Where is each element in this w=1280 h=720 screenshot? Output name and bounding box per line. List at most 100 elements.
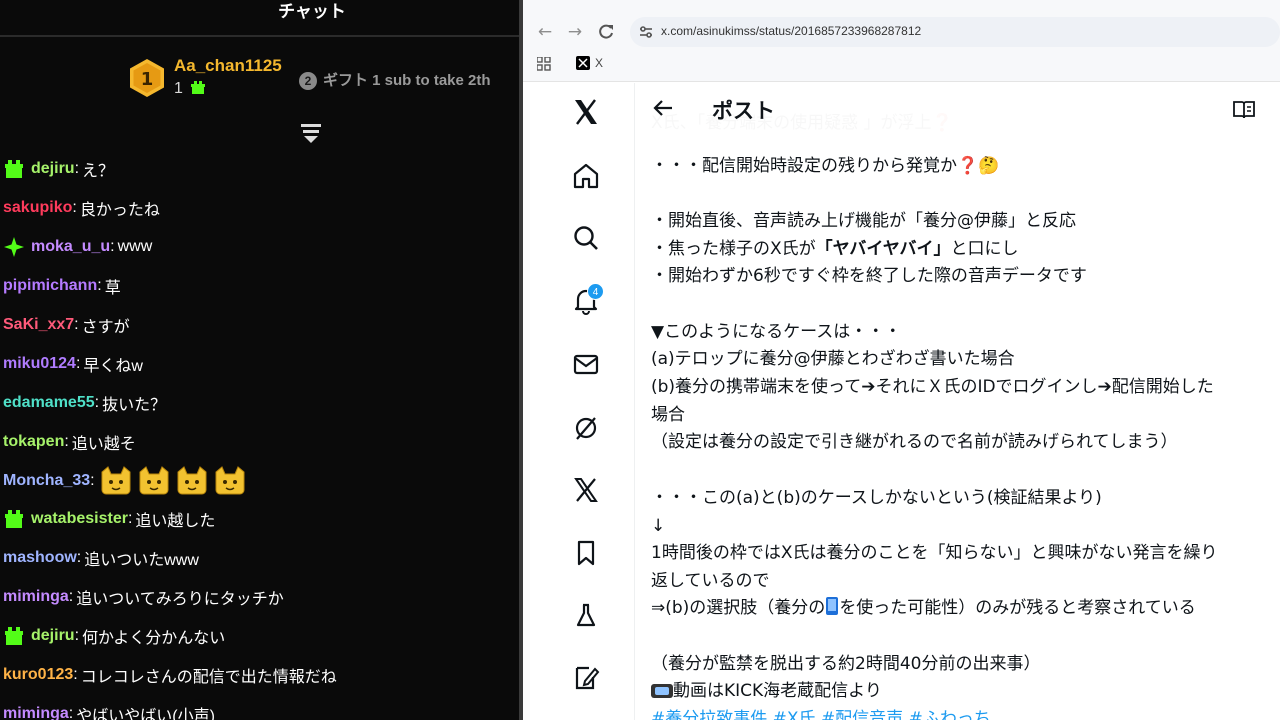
address-bar[interactable]: x.com/asinukimss/status/2016857233968287… <box>630 17 1280 47</box>
chat-message: dejiru: 何かよく分かんない <box>0 617 519 656</box>
chat-message-text: 追いついたwww <box>84 552 199 570</box>
chat-username[interactable]: SaKi_xx7 <box>3 316 74 334</box>
chat-message-list[interactable]: dejiru: え？ sakupiko: 良かったね moka_u_u: www pipim… <box>0 150 519 720</box>
x-premium-icon[interactable] <box>571 475 601 505</box>
chat-separator: : <box>73 666 78 684</box>
chat-panel: チャット 1 Aa_chan1125 1 2 ギフト 1 sub to take … <box>0 0 519 720</box>
sparkle-icon <box>3 236 25 258</box>
cat-emote-icon <box>137 465 171 496</box>
x-logo-icon[interactable] <box>571 97 601 127</box>
reload-icon[interactable] <box>596 22 616 42</box>
post-line-text: ↓ <box>651 516 666 536</box>
grok-icon[interactable] <box>571 413 601 443</box>
chat-message: kuro0123: コレコレさんの配信で出た情報だね <box>0 656 519 695</box>
reader-mode-icon[interactable] <box>1232 99 1256 121</box>
post-line: ・開始直後、音声読み上げ機能が「養分@伊藤」と反応 <box>651 207 1076 235</box>
chat-separator: : <box>127 510 133 528</box>
chat-message-text: 早くねw <box>83 357 143 375</box>
notification-count-badge: 4 <box>587 283 604 300</box>
messages-envelope-icon[interactable] <box>571 349 601 379</box>
apps-grid-icon[interactable] <box>537 57 551 71</box>
chat-title: チャット <box>278 2 346 22</box>
chat-username[interactable]: tokapen <box>3 433 64 451</box>
search-icon[interactable] <box>571 223 601 253</box>
post-line: 1時間後の枠ではX氏は養分のことを「知らない」と興味がない発言を繰り <box>651 539 1217 567</box>
post-line-text-after: を使った可能性）のみが残ると考察されている <box>839 598 1196 618</box>
cat-emote-icon <box>175 465 209 496</box>
post-line-text: ⇒(b)の選択肢（養分の <box>651 598 826 618</box>
gift-leaderboard-second[interactable]: 2 ギフト 1 sub to take 2th <box>299 69 491 90</box>
chat-message-text: え？ <box>82 163 115 181</box>
chat-message-text: 抜いた？ <box>102 396 167 414</box>
rank-medal-icon: 1 <box>130 59 164 97</box>
chat-username[interactable]: pipimichann <box>3 277 97 295</box>
post-line: ↓ <box>651 512 665 540</box>
chat-username[interactable]: watabesister <box>31 510 128 528</box>
chat-message: miminga: 追いついてみろりにタッチか <box>0 578 519 617</box>
post-line-text: 返しているので <box>651 571 770 591</box>
bookmarks-icon[interactable] <box>571 538 601 568</box>
forward-nav-icon[interactable]: → <box>565 22 585 42</box>
chat-message: miku0124: 早くねw <box>0 344 519 383</box>
post-line: ・開始わずか6秒ですぐ枠を終了した際の音声データです <box>651 262 1087 290</box>
post-header: ポスト <box>636 83 1280 136</box>
post-line-text: ・開始直後、音声読み上げ機能が「養分@伊藤」と反応 <box>651 211 1076 231</box>
chat-username[interactable]: dejiru <box>31 160 75 178</box>
back-arrow-icon[interactable] <box>652 97 674 119</box>
gift-leader-username[interactable]: Aa_chan1125 <box>174 56 282 76</box>
post-line-text: 1時間後の枠ではX氏は養分のことを「知らない」と興味がない発言を繰り <box>651 543 1218 563</box>
home-icon[interactable] <box>571 161 601 191</box>
chat-username[interactable]: edamame55 <box>3 394 95 412</box>
chat-message-text: 追い越した <box>135 513 216 531</box>
rank-2-badge: 2 <box>299 72 317 90</box>
chat-separator: : <box>74 316 79 333</box>
post-line: (a)テロップに養分@伊藤とわざわざ書いた場合 <box>651 345 1015 373</box>
chat-username[interactable]: miku0124 <box>3 355 76 373</box>
compose-post-icon[interactable] <box>571 663 601 693</box>
chat-separator: : <box>68 704 74 720</box>
chat-separator: : <box>72 199 77 217</box>
site-settings-icon[interactable] <box>638 24 654 40</box>
gift-leader-count-value: 1 <box>174 80 183 97</box>
post-line: （養分が監禁を脱出する約2時間40分前の出来事） <box>651 650 1040 678</box>
chat-username[interactable]: dejiru <box>31 627 75 645</box>
chat-username[interactable]: miminga <box>3 588 69 606</box>
jobs-flask-icon[interactable] <box>571 601 601 631</box>
post-bold-text: 「ヤバイヤバイ」 <box>815 239 951 259</box>
post-hashtags[interactable]: #養分拉致事件 #X氏 #配信音声 #ふわっち <box>651 705 991 720</box>
chat-message: moka_u_u: www <box>0 228 519 267</box>
x-post-page: 4 ポスト ・・・配信開始時設定の残りから発覚か❓🤔 ・開始直後、音声読み上げ機… <box>523 83 1280 720</box>
chat-username[interactable]: mashoow <box>3 549 77 567</box>
chat-message: watabesister: 追い越した <box>0 500 519 539</box>
gift-second-text: ギフト 1 sub to take 2th <box>323 72 491 89</box>
chat-message-text: コレコレさんの配信で出た情報だね <box>80 669 337 687</box>
chat-header-divider <box>0 35 519 37</box>
chat-username[interactable]: Moncha_33 <box>3 472 90 490</box>
url-text[interactable]: x.com/asinukimss/status/2016857233968287… <box>661 24 921 38</box>
chat-separator: : <box>64 432 69 450</box>
x-logo-icon[interactable] <box>576 56 590 70</box>
bookmark-x-label[interactable]: X <box>595 56 603 70</box>
post-line-text: ・焦った様子のX氏が <box>651 239 816 259</box>
chat-message-text: やばいやばい(小声) <box>76 707 215 720</box>
post-line: (b)養分の携帯端末を使って➔それにＸ氏のIDでログインし➔配信開始した <box>651 373 1214 401</box>
chat-separator: : <box>90 471 95 489</box>
post-line-text: ・・・この(a)と(b)のケースしかないという(検証結果より) <box>651 488 1102 508</box>
chat-username[interactable]: miminga <box>3 705 69 720</box>
chat-username[interactable]: kuro0123 <box>3 666 73 684</box>
post-header-title: ポスト <box>712 99 775 123</box>
post-line-text: 場合 <box>651 405 685 425</box>
chat-username[interactable]: sakupiko <box>3 199 72 217</box>
chat-message-text: さすが <box>81 319 130 336</box>
browser-toolbar: ← → x.com/asinukimss/status/201685723396… <box>523 0 1280 82</box>
post-line: ⇒(b)の選択肢（養分の を使った可能性）のみが残ると考察されている <box>651 594 1196 622</box>
back-nav-icon[interactable]: ← <box>535 22 555 42</box>
chat-message-text: 追いついてみろりにタッチか <box>76 591 284 609</box>
collapse-leaderboard-icon[interactable] <box>300 122 322 144</box>
chat-message: sakupiko: 良かったね <box>0 189 519 228</box>
chat-message: dejiru: え？ <box>0 150 519 189</box>
chat-message: Moncha_33: <box>0 461 519 500</box>
post-line: 返しているので <box>651 567 770 595</box>
chat-username[interactable]: moka_u_u <box>31 238 110 256</box>
chat-separator: : <box>75 354 81 372</box>
